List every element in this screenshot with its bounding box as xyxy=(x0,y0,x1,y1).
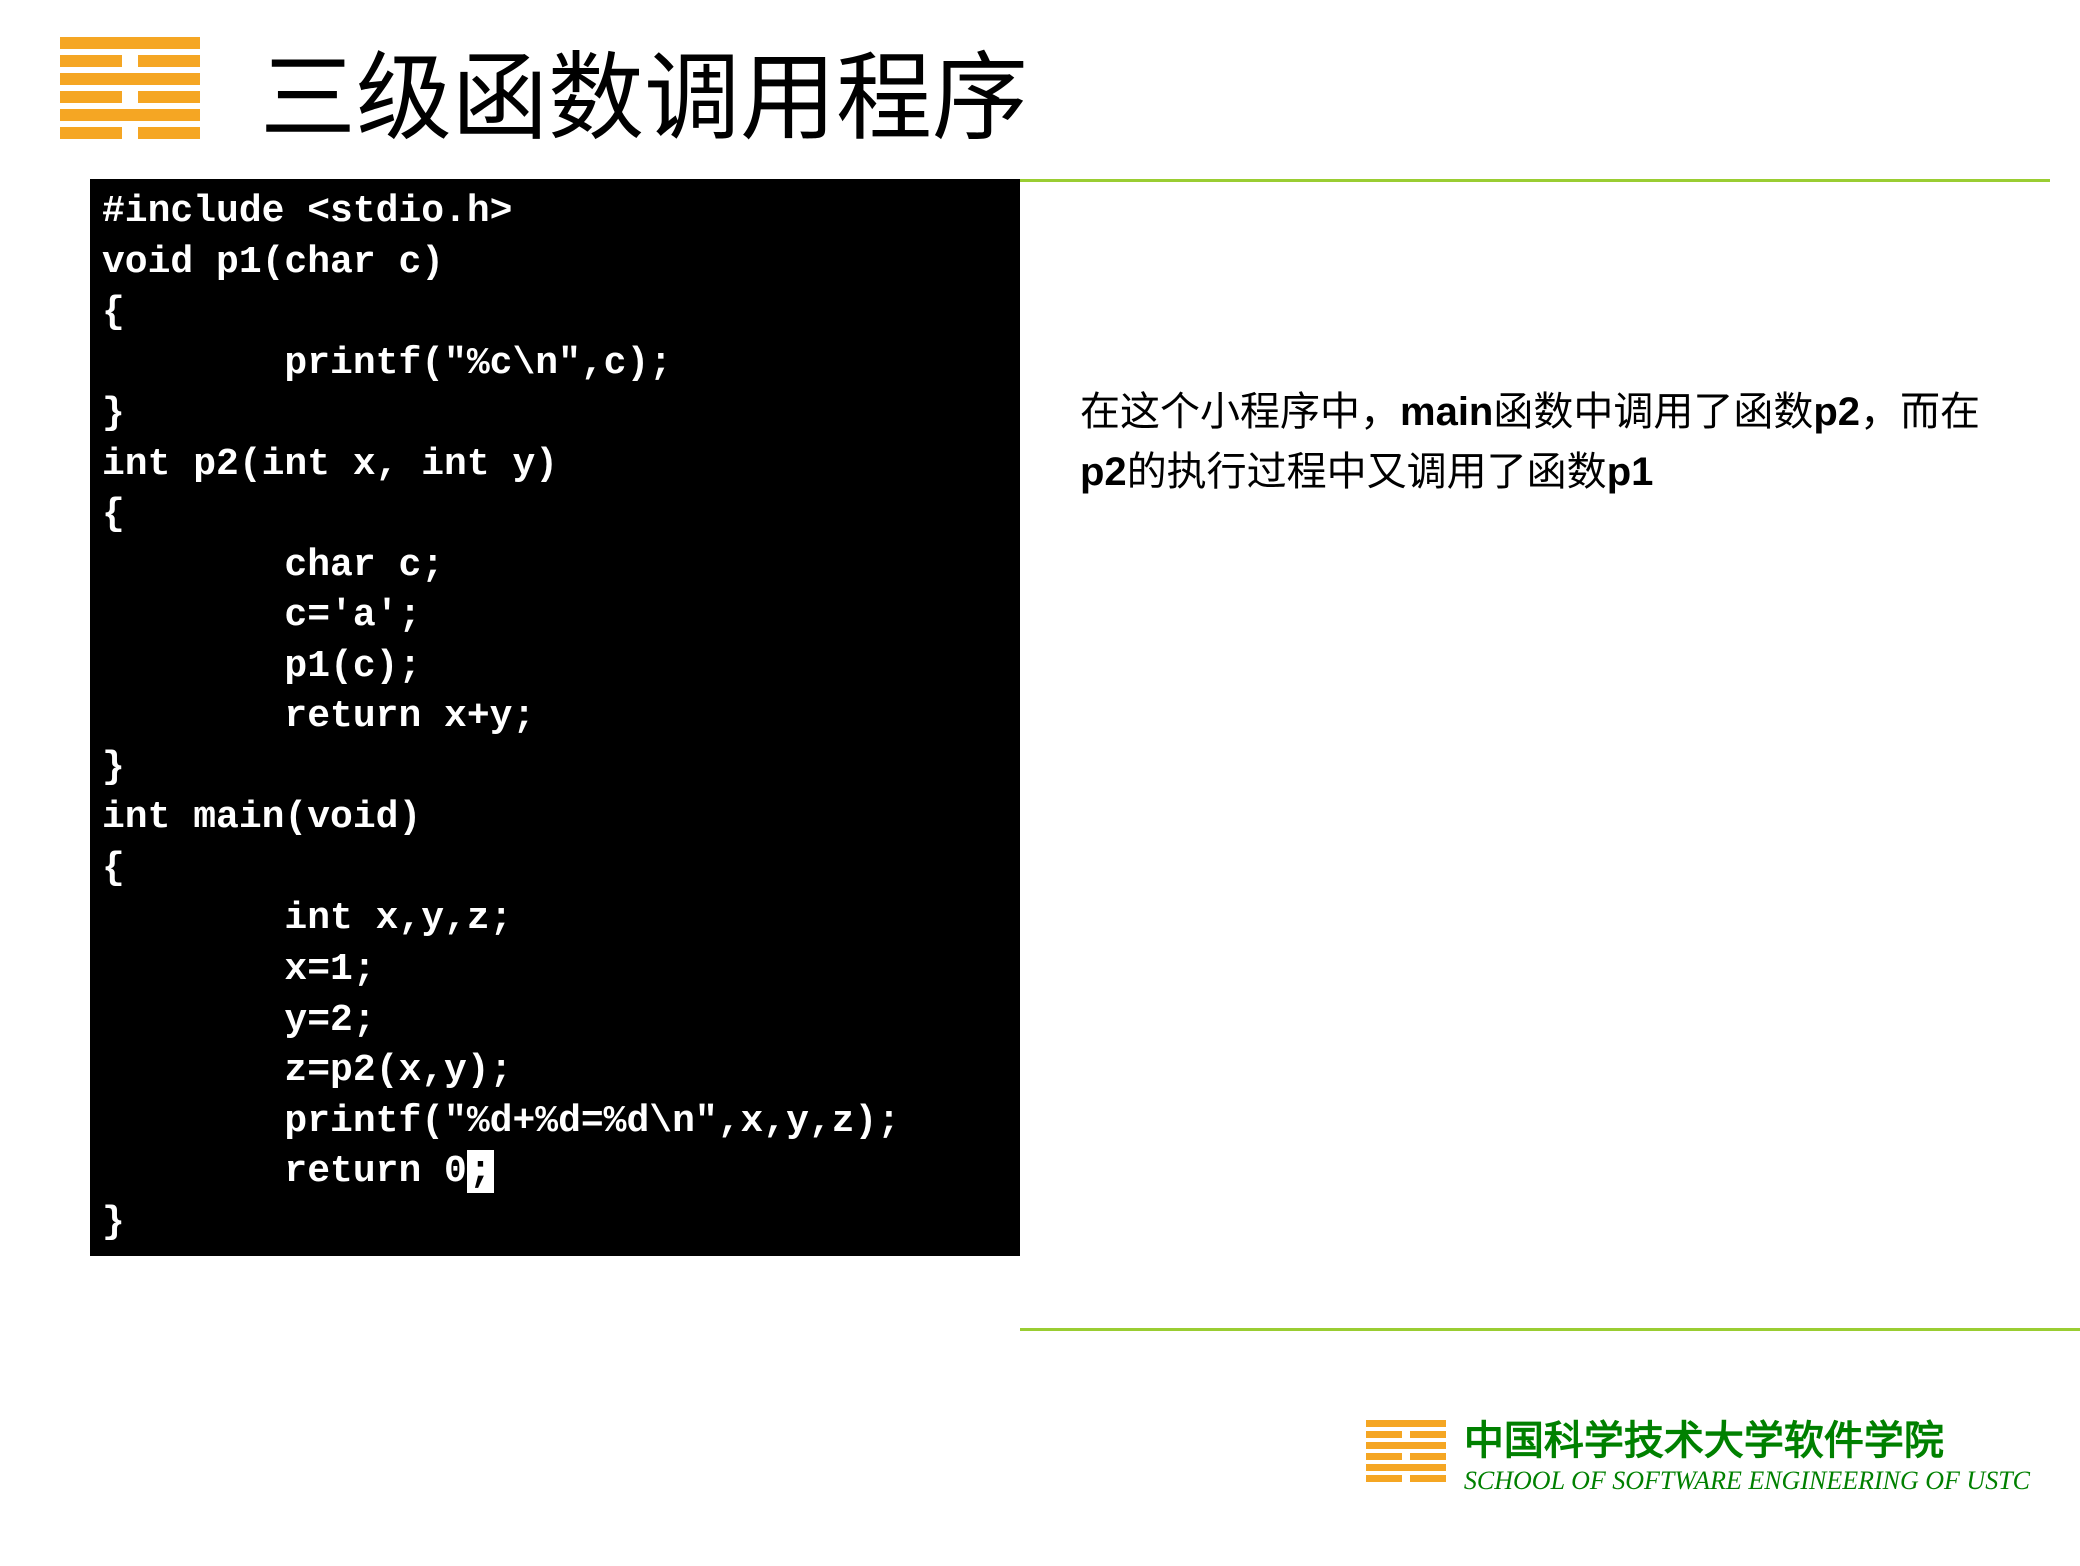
code-line: { xyxy=(102,291,125,334)
code-line: p1(c); xyxy=(102,645,421,688)
school-name-chinese: 中国科学技术大学软件学院 xyxy=(1464,1408,2030,1466)
code-line: c='a'; xyxy=(102,594,421,637)
code-line: printf("%c\n",c); xyxy=(102,342,672,385)
desc-bold: p2 xyxy=(1813,390,1860,434)
code-line: } xyxy=(102,746,125,789)
desc-text: 函数中调用了函数 xyxy=(1493,390,1813,434)
code-line: return x+y; xyxy=(102,695,535,738)
code-line: int x,y,z; xyxy=(102,897,512,940)
desc-text: 的执行过程中又调用了函数 xyxy=(1127,450,1607,494)
code-line: #include <stdio.h> xyxy=(102,190,512,233)
footer-logo-icon xyxy=(1366,1420,1446,1485)
code-line: } xyxy=(102,1201,125,1244)
description-text: 在这个小程序中，main函数中调用了函数p2，而在p2的执行过程中又调用了函数p… xyxy=(1020,182,2080,1256)
slide-footer: 中国科学技术大学软件学院 SCHOOL OF SOFTWARE ENGINEER… xyxy=(1366,1408,2030,1496)
school-name-english: SCHOOL OF SOFTWARE ENGINEERING OF USTC xyxy=(1464,1466,2030,1496)
code-block: #include <stdio.h> void p1(char c) { pri… xyxy=(90,179,1020,1256)
code-line: int main(void) xyxy=(102,796,421,839)
bottom-divider xyxy=(1020,1328,2080,1331)
code-line: return 0 xyxy=(102,1150,467,1193)
desc-text: 在这个小程序中， xyxy=(1080,390,1400,434)
desc-text: ，而在 xyxy=(1860,390,1980,434)
slide-content: #include <stdio.h> void p1(char c) { pri… xyxy=(90,182,2080,1256)
code-line: int p2(int x, int y) xyxy=(102,443,558,486)
desc-bold: p2 xyxy=(1080,450,1127,494)
code-line: } xyxy=(102,392,125,435)
cursor: ; xyxy=(467,1150,494,1193)
slide-title: 三级函数调用程序 xyxy=(260,20,1028,159)
code-line: y=2; xyxy=(102,999,376,1042)
desc-bold: p1 xyxy=(1607,450,1654,494)
school-info: 中国科学技术大学软件学院 SCHOOL OF SOFTWARE ENGINEER… xyxy=(1464,1408,2030,1496)
logo-icon xyxy=(60,37,200,142)
code-line: { xyxy=(102,493,125,536)
slide-header: 三级函数调用程序 xyxy=(0,0,2080,179)
code-line: z=p2(x,y); xyxy=(102,1049,512,1092)
code-line: void p1(char c) xyxy=(102,241,444,284)
desc-bold: main xyxy=(1400,390,1493,434)
code-line: char c; xyxy=(102,544,444,587)
code-line: { xyxy=(102,847,125,890)
code-line: printf("%d+%d=%d\n",x,y,z); xyxy=(102,1100,900,1143)
code-line: x=1; xyxy=(102,948,376,991)
